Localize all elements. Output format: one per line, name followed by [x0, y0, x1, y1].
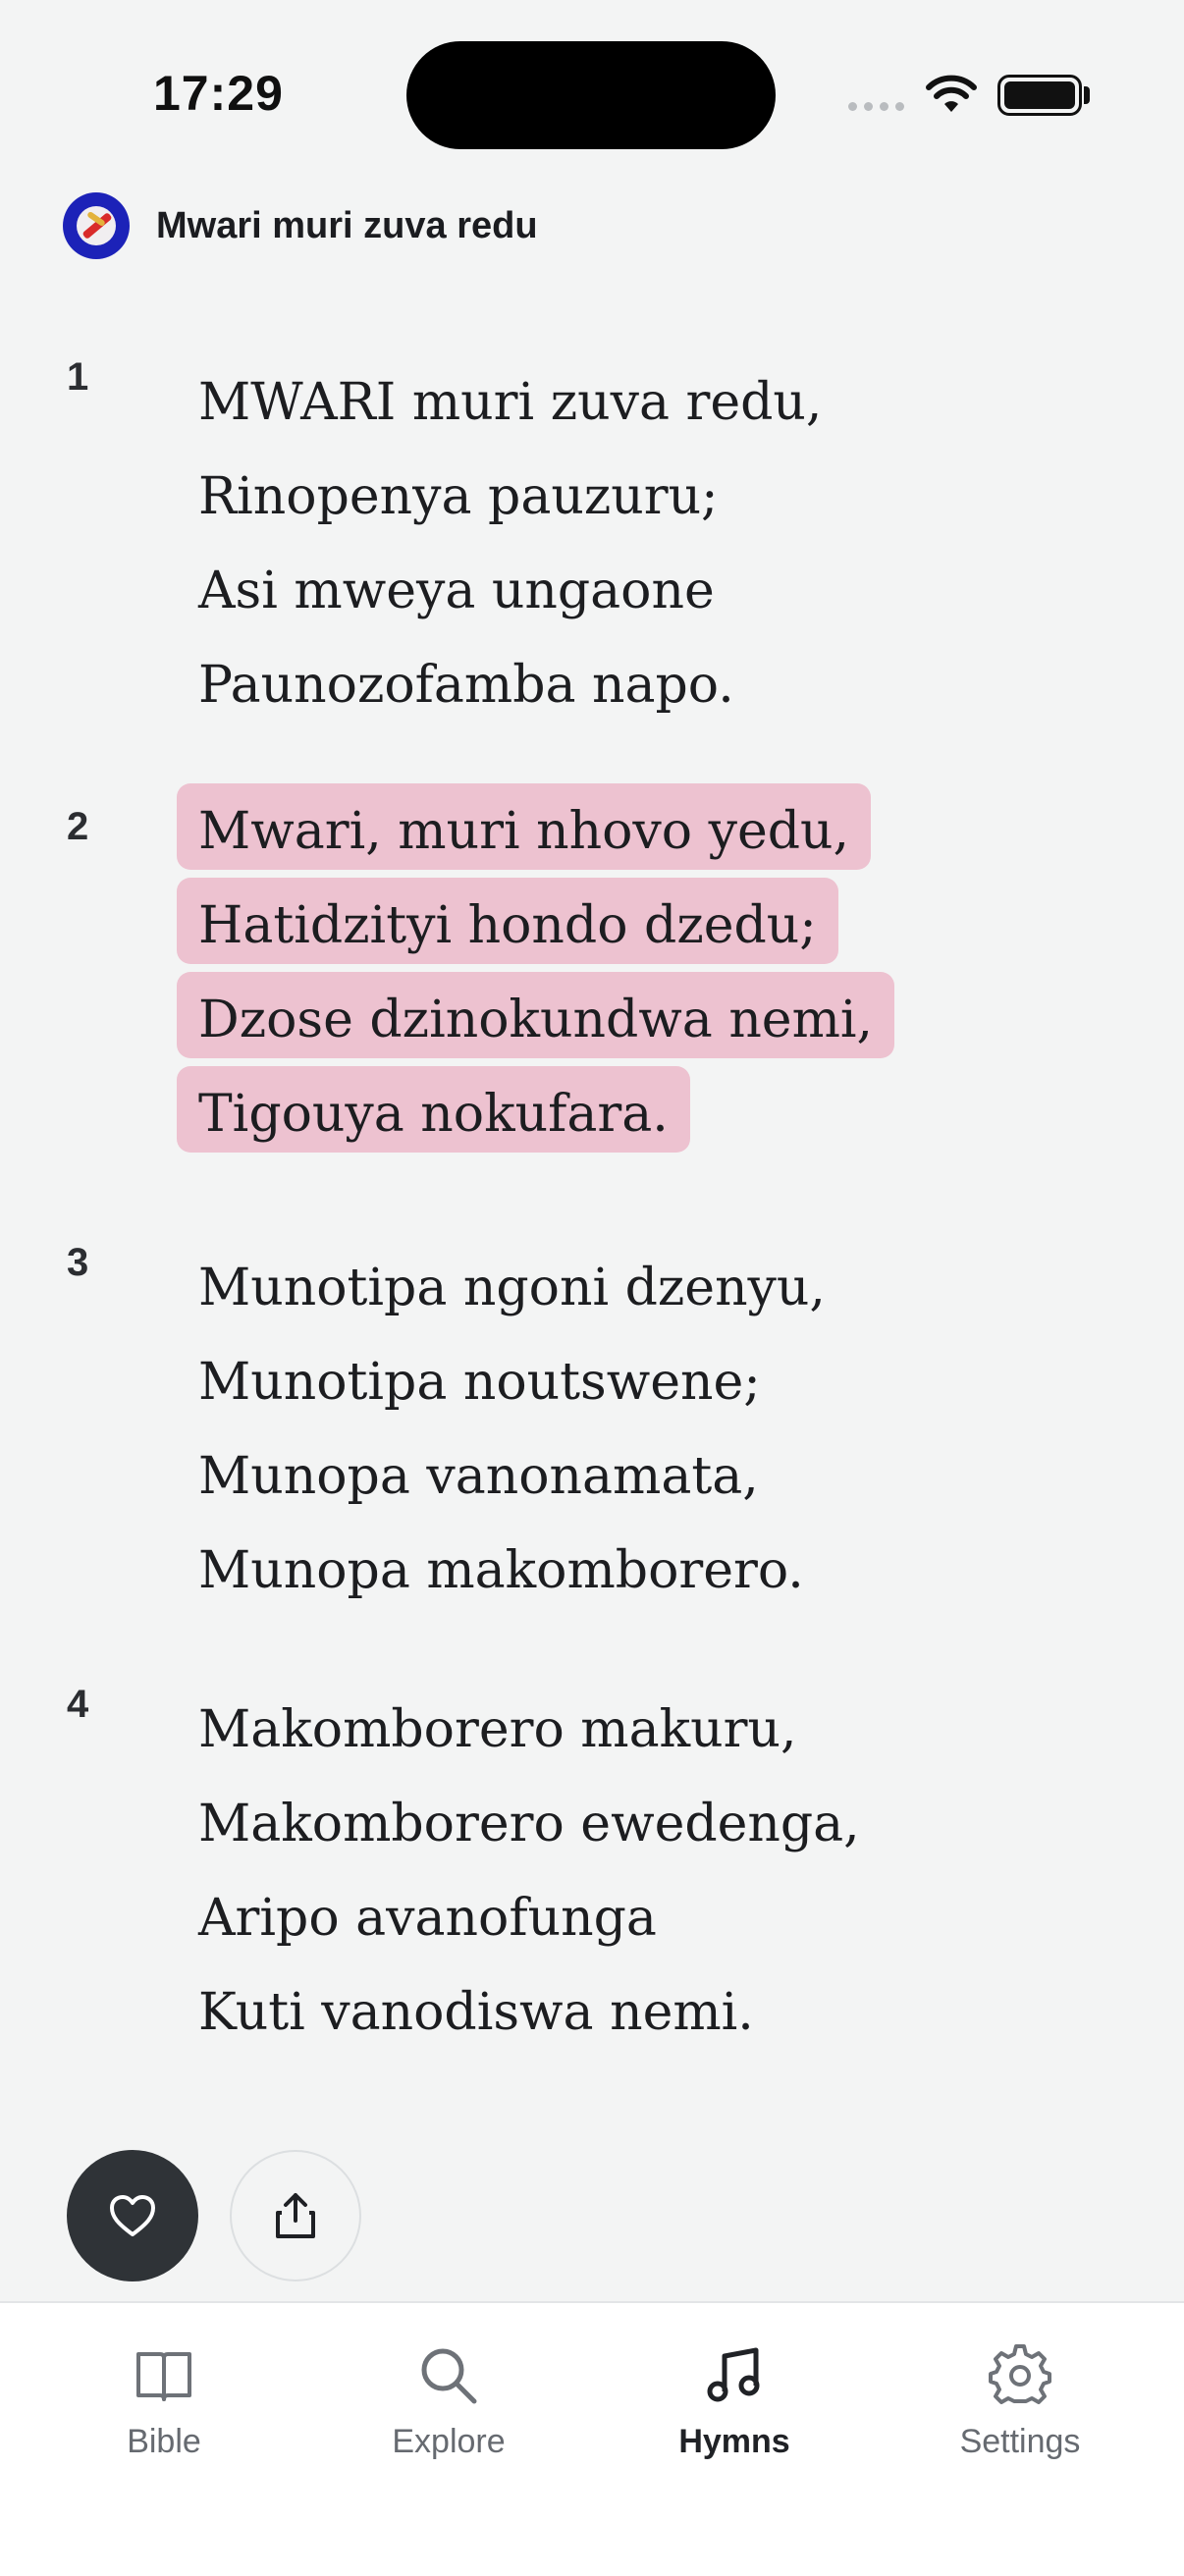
stanza-number: 1 — [67, 355, 89, 399]
wifi-icon — [926, 75, 977, 112]
tab-explore[interactable]: Explore — [341, 2344, 557, 2461]
tab-hymns[interactable]: Hymns — [626, 2344, 842, 2461]
favorite-button[interactable] — [67, 2150, 198, 2281]
verse-line-highlighted[interactable]: Tigouya nokufara. — [177, 1066, 690, 1153]
stanza-number: 4 — [67, 1683, 89, 1726]
cellular-signal-icon — [848, 102, 904, 111]
verse-line-highlighted[interactable]: Dzose dzinokundwa nemi, — [177, 972, 895, 1058]
hymn-header: Mwari muri zuva redu — [63, 192, 538, 259]
tab-label: Bible — [127, 2423, 201, 2460]
share-button[interactable] — [230, 2150, 361, 2281]
music-note-icon — [707, 2347, 760, 2402]
app-logo-icon — [63, 192, 130, 259]
book-icon — [136, 2352, 191, 2401]
dynamic-island — [406, 41, 776, 149]
tab-bible[interactable]: Bible — [56, 2344, 272, 2461]
verse-line[interactable]: Munotipa noutswene; — [177, 1335, 847, 1429]
verse-line[interactable]: Asi mweya ungaone — [177, 544, 843, 638]
verse-line[interactable]: Paunozofamba napo. — [177, 638, 843, 732]
battery-icon — [997, 75, 1082, 116]
tab-label: Explore — [392, 2423, 506, 2460]
verse-line-highlighted[interactable]: Mwari, muri nhovo yedu, — [177, 783, 872, 870]
search-icon — [421, 2348, 477, 2404]
heart-icon — [110, 2195, 155, 2236]
verse-line[interactable]: Makomborero makuru, — [177, 1683, 882, 1777]
tab-settings[interactable]: Settings — [912, 2344, 1128, 2461]
verse-line[interactable]: Aripo avanofunga — [177, 1871, 882, 1965]
status-bar: 17:29 — [0, 0, 1184, 196]
verse-line[interactable]: Makomborero ewedenga, — [177, 1777, 882, 1871]
stanza-number: 3 — [67, 1241, 89, 1284]
verse-line-highlighted[interactable]: Hatidzityi hondo dzedu; — [177, 878, 838, 964]
verse-line[interactable]: Rinopenya pauzuru; — [177, 450, 843, 544]
tab-label: Settings — [959, 2423, 1081, 2460]
stanza-number: 2 — [67, 805, 89, 848]
bottom-tab-bar: Bible Explore Hymns Settings — [0, 2301, 1184, 2576]
share-icon — [276, 2193, 315, 2238]
verse-line[interactable]: Kuti vanodiswa nemi. — [177, 1965, 882, 2060]
page-title: Mwari muri zuva redu — [156, 204, 538, 246]
tab-label: Hymns — [678, 2423, 790, 2460]
status-time: 17:29 — [153, 66, 284, 121]
gear-icon — [989, 2344, 1051, 2404]
verse-line[interactable]: Munopa makomborero. — [177, 1524, 847, 1618]
verse-line[interactable]: Munotipa ngoni dzenyu, — [177, 1241, 847, 1335]
verse-line[interactable]: MWARI muri zuva redu, — [177, 355, 843, 450]
verse-line[interactable]: Munopa vanonamata, — [177, 1429, 847, 1524]
